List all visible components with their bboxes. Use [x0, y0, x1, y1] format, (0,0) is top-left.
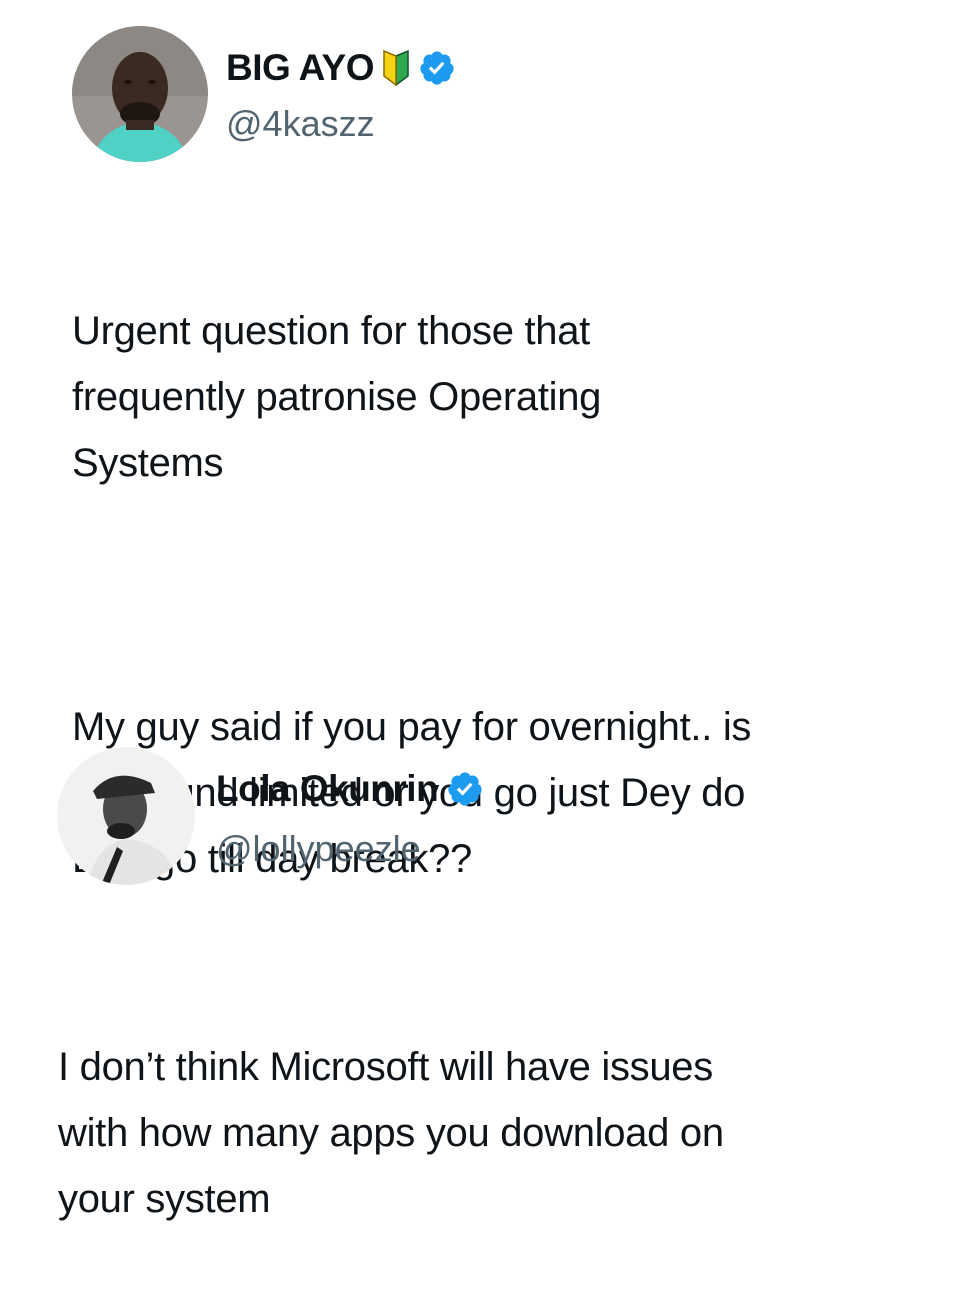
verified-badge-icon[interactable] — [418, 49, 456, 87]
display-name[interactable]: Lola Okunrin — [216, 767, 484, 811]
tweet-paragraph: Urgent question for those that frequentl… — [72, 309, 602, 485]
beginner-symbol-icon — [382, 50, 410, 86]
avatar[interactable] — [57, 747, 195, 885]
tweet-text: I don’t think Microsoft will have issues… — [58, 968, 938, 1298]
avatar[interactable] — [72, 26, 208, 162]
display-name[interactable]: BIG AYO — [226, 46, 456, 90]
profile-photo-icon — [57, 747, 195, 885]
profile-photo-icon — [72, 26, 208, 162]
display-name-text: Lola Okunrin — [216, 768, 439, 809]
handle[interactable]: @4kaszz — [226, 102, 375, 146]
tweet-paragraph: My guy said if you pay for overnight.. i… — [72, 705, 752, 881]
handle[interactable]: @lollypeezle — [216, 827, 421, 871]
display-name-text: BIG AYO — [226, 47, 374, 88]
tweet-text: Urgent question for those that frequentl… — [72, 232, 932, 958]
tweet-paragraph: I don’t think Microsoft will have issues… — [58, 1045, 724, 1221]
verified-badge-icon[interactable] — [446, 770, 484, 808]
